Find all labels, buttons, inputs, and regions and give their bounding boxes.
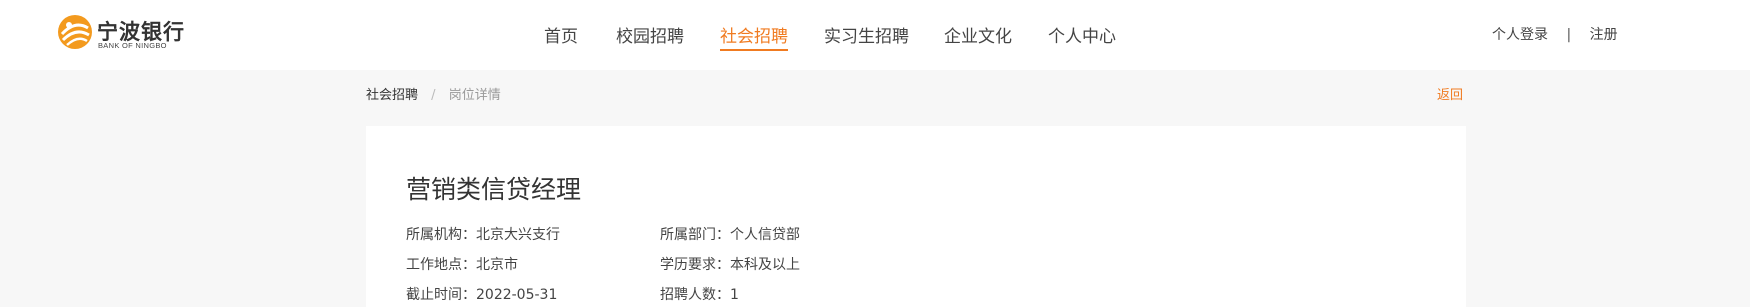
job-field-organization: 所属机构：北京大兴支行 [406, 224, 560, 244]
job-field-label: 学历要求： [660, 257, 730, 273]
breadcrumb-current-page: 岗位详情 [448, 88, 501, 103]
register-link[interactable]: 注册 [1590, 24, 1618, 44]
job-field-deadline: 截止时间：2022-05-31 [406, 284, 557, 304]
nav-corporate-culture[interactable]: 企业文化 [944, 22, 1012, 47]
breadcrumb-social-recruitment[interactable]: 社会招聘 [366, 88, 418, 103]
job-field-label: 截止时间： [406, 287, 476, 303]
bank-logo[interactable]: 宁波银行 BANK OF NINGBO [57, 14, 184, 54]
back-link[interactable]: 返回 [1437, 84, 1463, 103]
job-field-value: 北京市 [476, 257, 518, 273]
breadcrumb: 社会招聘 / 岗位详情 [366, 84, 501, 103]
nav-active-underline [720, 49, 788, 51]
job-title: 营销类信贷经理 [406, 175, 582, 204]
nav-home[interactable]: 首页 [544, 22, 578, 47]
breadcrumb-separator: / [431, 88, 436, 103]
login-link[interactable]: 个人登录 [1492, 24, 1548, 44]
nav-social-recruitment-label: 社会招聘 [720, 27, 788, 47]
bank-logo-icon [58, 15, 92, 49]
job-detail-card: 营销类信贷经理 所属机构：北京大兴支行 所属部门：个人信贷部 工作地点：北京市 … [366, 126, 1466, 307]
job-field-label: 所属部门： [660, 227, 730, 243]
job-field-headcount: 招聘人数：1 [660, 284, 739, 304]
job-field-location: 工作地点：北京市 [406, 254, 518, 274]
job-field-value: 本科及以上 [730, 257, 800, 273]
job-field-label: 所属机构： [406, 227, 476, 243]
job-field-label: 招聘人数： [660, 287, 730, 303]
nav-personal-center[interactable]: 个人中心 [1048, 22, 1116, 47]
nav-intern-recruitment[interactable]: 实习生招聘 [824, 22, 909, 47]
nav-social-recruitment[interactable]: 社会招聘 [720, 22, 788, 51]
job-field-label: 工作地点： [406, 257, 476, 273]
job-field-value: 个人信贷部 [730, 227, 800, 243]
job-field-value: 2022-05-31 [476, 287, 558, 303]
job-field-education: 学历要求：本科及以上 [660, 254, 800, 274]
user-links: 个人登录 | 注册 [1492, 24, 1618, 44]
job-field-value: 1 [730, 287, 739, 303]
nav-campus-recruitment[interactable]: 校园招聘 [616, 22, 684, 47]
user-links-separator: | [1566, 27, 1572, 43]
logo-english-name: BANK OF NINGBO [98, 41, 167, 50]
job-field-department: 所属部门：个人信贷部 [660, 224, 800, 244]
top-header: 宁波银行 BANK OF NINGBO 首页 校园招聘 社会招聘 实习生招聘 企… [0, 0, 1750, 70]
job-field-value: 北京大兴支行 [476, 227, 560, 243]
